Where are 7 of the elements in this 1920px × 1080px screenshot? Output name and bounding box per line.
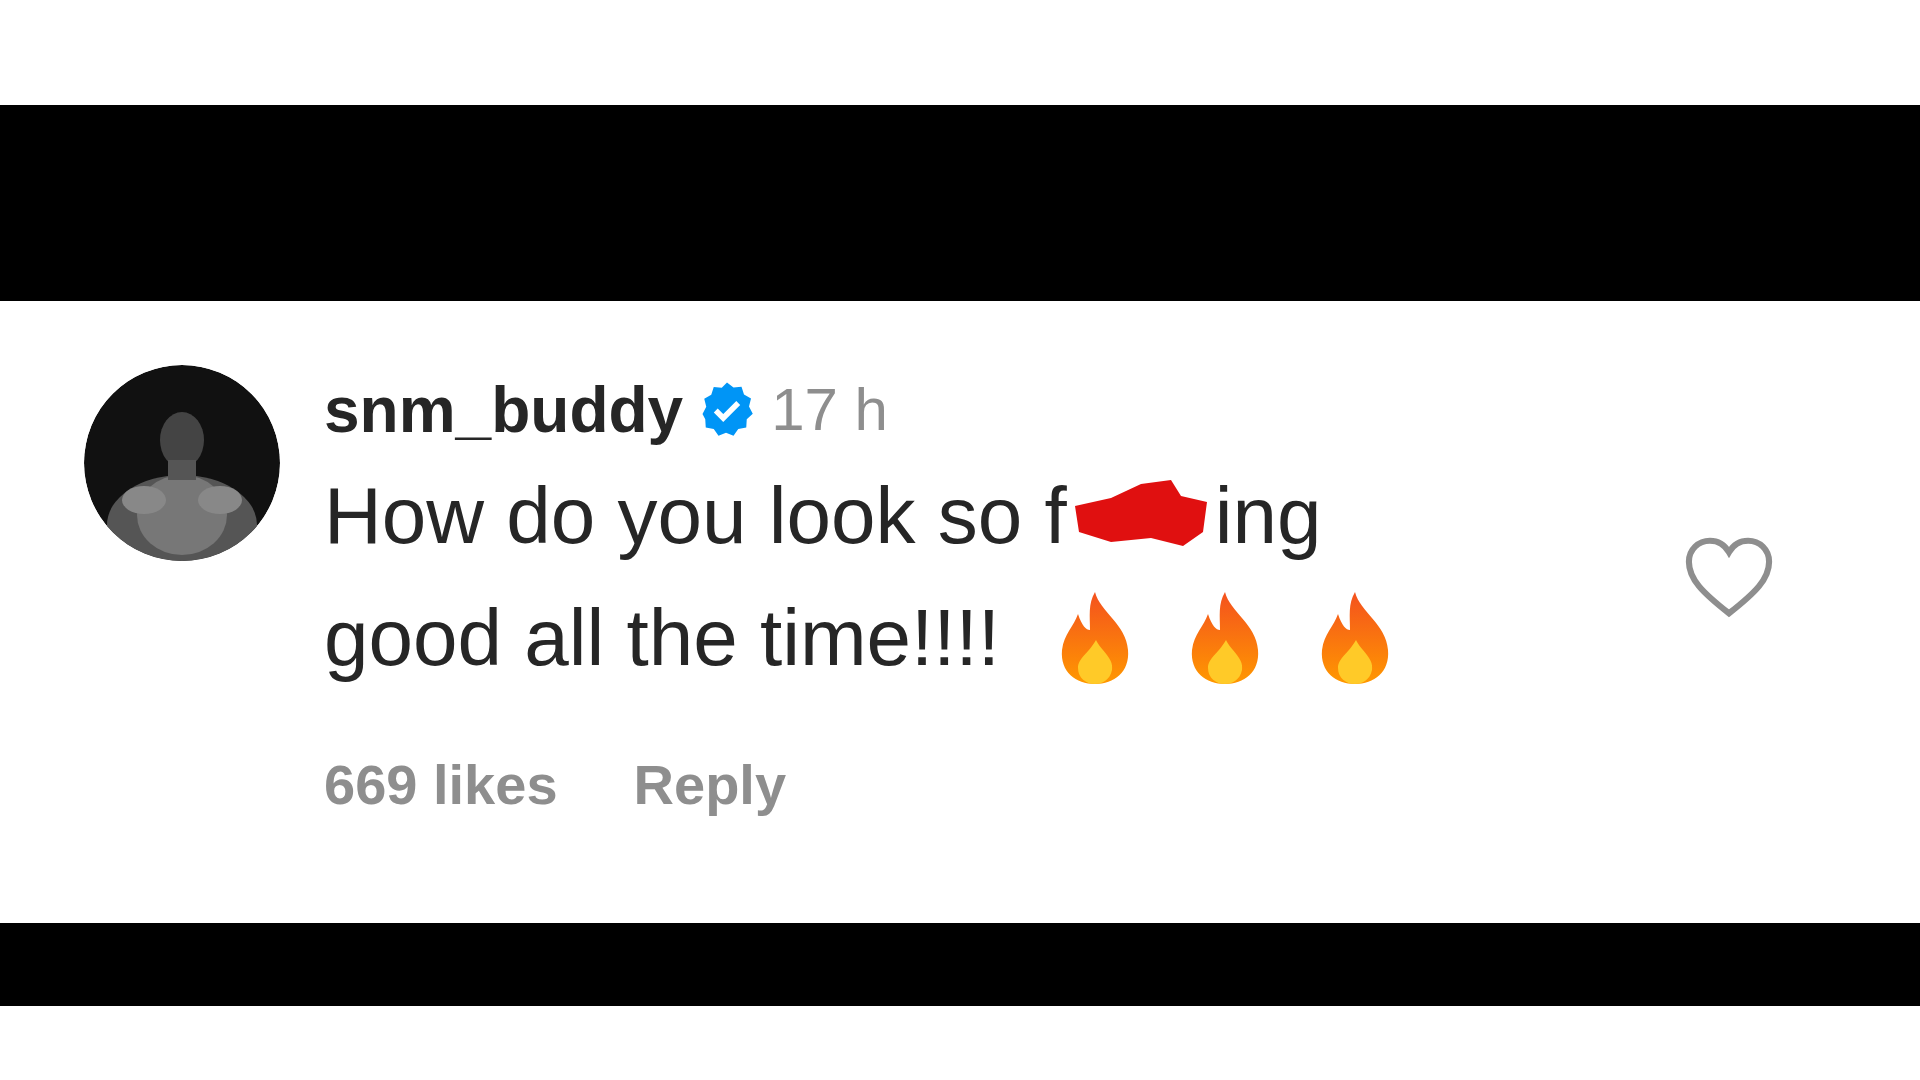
comment-text: How do you look so f xyxy=(324,470,1067,562)
likes-count[interactable]: 669 likes xyxy=(324,743,558,827)
timestamp: 17 h xyxy=(771,375,888,445)
reply-button[interactable]: Reply xyxy=(633,743,787,827)
comment-text: ing xyxy=(1214,470,1322,562)
comment-text: good all the time!!!! xyxy=(324,592,1000,684)
username[interactable]: snm_buddy xyxy=(324,362,684,458)
